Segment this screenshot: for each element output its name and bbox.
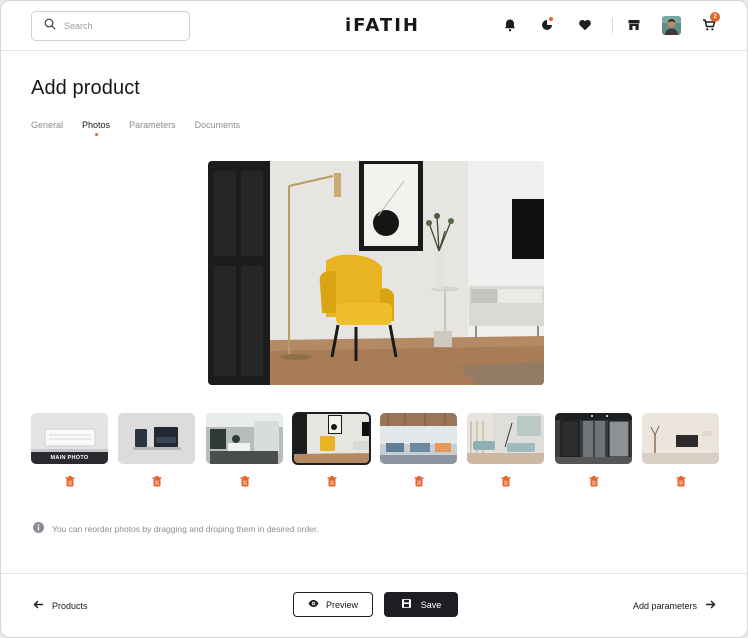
save-icon [401, 598, 412, 611]
add-parameters-link[interactable]: Add parameters [633, 599, 716, 612]
avatar[interactable] [662, 16, 681, 35]
delete-photo-icon[interactable] [65, 474, 75, 487]
delete-photo-icon[interactable] [152, 474, 162, 487]
delete-photo-icon[interactable] [240, 474, 250, 487]
bell-icon[interactable] [502, 17, 518, 33]
tab-general[interactable]: General [31, 120, 63, 130]
photo-thumbnail[interactable] [380, 413, 457, 464]
preview-button[interactable]: Preview [293, 592, 373, 617]
main-photo-label: MAIN PHOTO [31, 452, 108, 464]
delete-photo-icon[interactable] [501, 474, 511, 487]
heart-icon[interactable] [577, 17, 593, 33]
main-photo-preview [208, 161, 544, 385]
search-icon [44, 17, 56, 35]
photo-thumbnail[interactable] [118, 413, 195, 464]
photo-thumbnail[interactable] [206, 413, 283, 464]
preview-label: Preview [325, 599, 358, 610]
back-label: Products [52, 600, 88, 611]
page-title: Add product [31, 77, 140, 99]
arrow-left-icon [33, 599, 44, 612]
eye-icon [308, 598, 319, 611]
info-icon [33, 522, 44, 535]
brand-logo[interactable]: iFATIH [345, 15, 420, 36]
photo-thumbnail[interactable] [555, 413, 632, 464]
reorder-hint: You can reorder photos by dragging and d… [33, 522, 319, 535]
tab-parameters[interactable]: Parameters [129, 120, 176, 130]
arrow-right-icon [705, 599, 716, 612]
photo-thumbnail[interactable] [642, 413, 719, 464]
delete-photo-icon[interactable] [327, 474, 337, 487]
next-label: Add parameters [633, 600, 698, 611]
store-icon[interactable] [626, 17, 642, 33]
delete-photo-icon[interactable] [589, 474, 599, 487]
delete-photo-icon[interactable] [414, 474, 424, 487]
search-box[interactable] [31, 11, 190, 41]
footer-bar: Products Preview Save Add parameters [1, 573, 747, 637]
cart-count-badge: 2 [710, 12, 720, 22]
app-window: iFATIH 2 Add product General Photos Para… [0, 0, 748, 638]
reorder-hint-text: You can reorder photos by dragging and d… [52, 523, 319, 534]
tab-bar: General Photos Parameters Documents [31, 120, 259, 136]
top-header: iFATIH 2 [1, 1, 747, 51]
photo-thumbnail-selected[interactable] [292, 412, 371, 465]
header-divider [612, 18, 613, 33]
back-to-products-link[interactable]: Products [33, 599, 88, 612]
photo-thumbnail[interactable] [467, 413, 544, 464]
tab-photos[interactable]: Photos [82, 120, 110, 136]
save-button[interactable]: Save [384, 592, 458, 617]
photo-thumbnail-main[interactable]: MAIN PHOTO [31, 413, 108, 464]
search-input[interactable] [64, 21, 174, 31]
tab-documents[interactable]: Documents [195, 120, 241, 130]
photo-thumbnails: MAIN PHOTO [31, 412, 721, 493]
shopping-bag-icon[interactable] [539, 17, 555, 33]
save-label: Save [420, 599, 442, 610]
notification-dot [549, 17, 553, 21]
delete-photo-icon[interactable] [676, 474, 686, 487]
